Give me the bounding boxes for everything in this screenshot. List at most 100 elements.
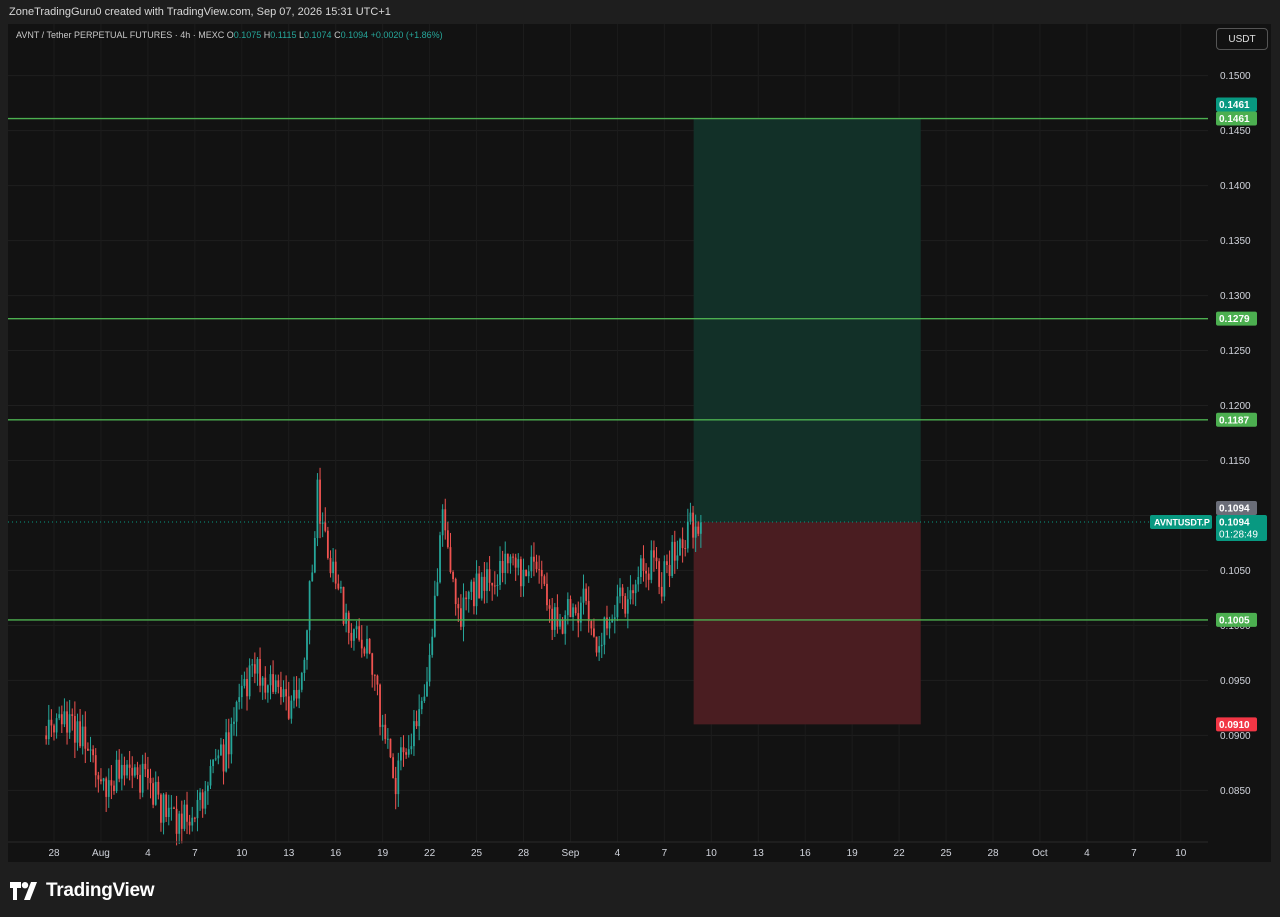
candle-body — [47, 719, 50, 740]
candle-body — [227, 732, 230, 755]
candle-body — [144, 763, 147, 770]
price-axis: 0.1500 0.1450 0.1400 0.1350 0.1300 0.1250 0.12… — [1220, 71, 1251, 797]
candle-body — [671, 541, 674, 576]
price-tick-label: 0.1400 — [1220, 181, 1251, 192]
grid-lines — [8, 24, 1208, 842]
time-tick-label: 16 — [330, 848, 342, 859]
candle-body — [379, 684, 381, 727]
candle-body — [120, 764, 123, 779]
time-tick-label: 4 — [1084, 848, 1090, 859]
candle-body — [527, 571, 530, 577]
candle-body — [68, 714, 71, 733]
candle-body — [428, 654, 431, 682]
candle-body — [603, 617, 606, 645]
candle-body — [71, 714, 74, 717]
candle-body — [313, 537, 316, 573]
time-tick-label: 28 — [987, 848, 999, 859]
candle-body — [107, 780, 110, 797]
candle-body — [483, 576, 486, 591]
candle-body — [133, 767, 136, 776]
candle-body — [501, 560, 504, 573]
time-tick-label: 22 — [894, 848, 906, 859]
candle-body — [595, 636, 598, 653]
candle-body — [629, 590, 632, 600]
candle-body — [105, 778, 108, 797]
candle-body — [235, 701, 238, 722]
candle-body — [152, 783, 155, 805]
candle-body — [160, 794, 162, 823]
candle-body — [512, 556, 514, 558]
candle-body — [73, 716, 76, 743]
candle-body — [81, 726, 84, 747]
candle-body — [392, 757, 394, 778]
price-tick-label: 0.1200 — [1220, 401, 1251, 412]
candle-body — [183, 804, 186, 829]
candle-body — [371, 653, 374, 675]
candle-body — [350, 632, 353, 641]
candle-body — [332, 561, 334, 574]
target-zone — [693, 118, 921, 523]
candle-body — [240, 685, 243, 698]
candle-body — [478, 573, 481, 599]
candle-body — [212, 759, 215, 767]
tradingview-logo[interactable]: TradingView — [10, 877, 155, 905]
candle-body — [699, 522, 702, 534]
price-chart[interactable]: 0.1500 0.1450 0.1400 0.1350 0.1300 0.1250 0.12… — [8, 24, 1271, 862]
candle-body — [493, 585, 496, 587]
candle-body — [655, 557, 658, 562]
level-price-label: 0.1461 — [1219, 114, 1250, 125]
time-tick-label: 13 — [283, 848, 295, 859]
candle-body — [340, 586, 342, 589]
price-tick-label: 0.1050 — [1220, 566, 1251, 577]
candle-body — [582, 588, 585, 603]
candle-body — [126, 764, 128, 776]
candle-body — [337, 583, 340, 589]
candle-body — [230, 723, 233, 755]
candle-body — [92, 749, 95, 756]
candle-body — [345, 612, 348, 624]
candle-body — [621, 587, 624, 597]
candle-body — [444, 509, 447, 531]
time-tick-label: 7 — [192, 848, 198, 859]
candle-body — [624, 596, 627, 614]
currency-button[interactable]: USDT — [1216, 28, 1268, 50]
symbol-legend: AVNT / Tether PERPETUAL FUTURES · 4h · M… — [16, 30, 443, 40]
candle-body — [381, 724, 384, 727]
candle-body — [321, 522, 324, 524]
candle-body — [666, 561, 668, 565]
candle-body — [360, 639, 363, 649]
candle-body — [593, 628, 595, 637]
candle-body — [692, 512, 694, 538]
candle-body — [606, 617, 608, 629]
candle-body — [214, 758, 217, 760]
legend-close: 0.1094 — [340, 30, 369, 40]
candle-body — [525, 569, 528, 577]
time-tick-label: 7 — [1131, 848, 1137, 859]
candle-body — [60, 714, 63, 725]
candle-body — [274, 680, 277, 692]
candle-body — [400, 747, 402, 761]
candle-body — [311, 572, 314, 582]
candle-body — [178, 813, 181, 834]
time-axis: 28 Aug 4 7 10 13 16 19 22 25 28 Sep 4 7 10 13 16 19 22 25 28… — [8, 841, 1208, 859]
time-tick-label: 10 — [1175, 848, 1187, 859]
candle-body — [504, 553, 507, 573]
candle-body — [577, 613, 580, 623]
tradingview-brand-text: TradingView — [46, 880, 155, 901]
candle-body — [113, 785, 115, 792]
candle-body — [147, 769, 149, 778]
candle-body — [496, 584, 499, 586]
candle-body — [280, 686, 282, 698]
candle-body — [303, 659, 306, 673]
candle-body — [384, 724, 387, 740]
candle-body — [407, 749, 410, 755]
candle-body — [376, 675, 379, 685]
candle-body — [441, 509, 444, 536]
price-tick-label: 0.0850 — [1220, 786, 1251, 797]
chart-pane[interactable]: 0.1500 0.1450 0.1400 0.1350 0.1300 0.1250 0.12… — [8, 24, 1271, 862]
candle-body — [94, 755, 97, 776]
stop-zone — [693, 522, 921, 725]
time-tick-label: Oct — [1032, 848, 1048, 859]
candle-body — [543, 576, 546, 584]
candle-body — [204, 791, 207, 809]
